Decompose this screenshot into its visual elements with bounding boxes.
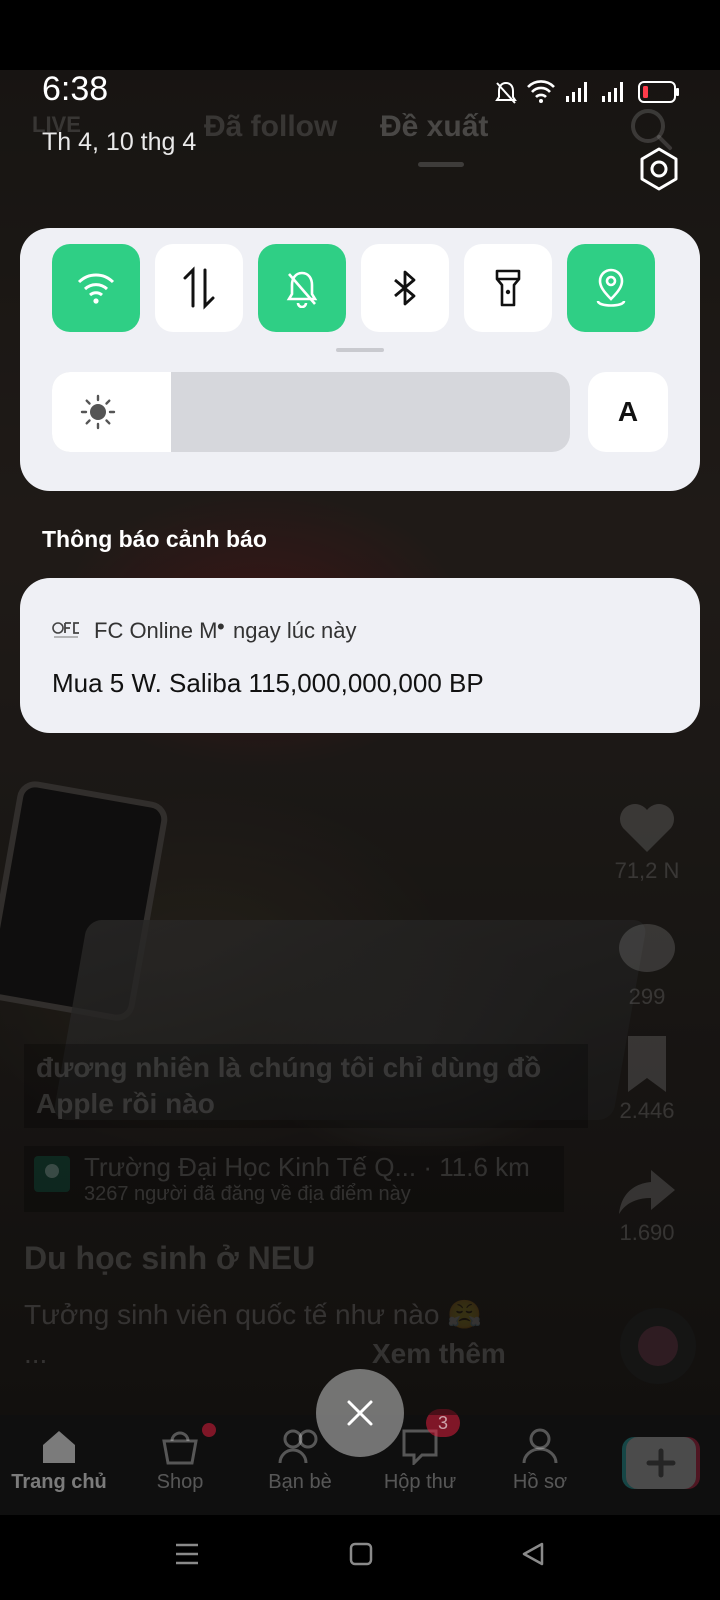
back-icon[interactable] [520,1541,546,1567]
mobile-data-tile[interactable] [155,244,243,332]
wifi-icon [527,80,555,103]
battery-low-icon [638,81,679,103]
notification-separator: • [217,614,225,639]
location-tile[interactable] [567,244,655,332]
create-post-button[interactable] [626,1437,696,1489]
location-icon [596,268,626,307]
nav-home-label: Trang chủ [11,1471,107,1493]
wifi-icon [77,273,115,304]
flashlight-tile[interactable] [464,244,552,332]
bell-muted-icon [495,81,517,104]
gear-icon[interactable] [636,146,682,192]
signal-icon [566,82,587,102]
plus-icon [646,1448,676,1478]
menu-icon[interactable] [174,1541,200,1567]
bluetooth-tile[interactable] [361,244,449,332]
notification-section-title: Thông báo cảnh báo [42,526,267,552]
signal-icon [602,82,623,102]
quick-settings-panel: A [20,228,700,491]
bluetooth-icon [394,270,416,306]
flashlight-icon [495,269,521,307]
status-date: Th 4, 10 thg 4 [42,128,197,156]
brightness-sun-icon [80,394,116,430]
friends-icon [278,1429,318,1464]
nav-friends-label: Bạn bè [268,1471,332,1493]
close-shade-button[interactable] [316,1369,404,1457]
auto-brightness-button[interactable]: A [588,372,668,452]
nav-profile-label: Hồ sơ [512,1471,568,1493]
shop-bag-icon [162,1431,198,1465]
close-icon [347,1400,373,1426]
profile-icon [522,1428,558,1464]
nav-inbox-label: Hộp thư [383,1471,457,1493]
panel-drag-handle[interactable] [336,348,384,352]
nav-shop-label: Shop [156,1471,204,1493]
system-nav-bar [0,1515,720,1600]
brightness-slider[interactable] [52,372,570,452]
wifi-tile[interactable] [52,244,140,332]
mobile-data-icon [183,266,215,310]
status-clock: 6:38 [42,70,109,108]
notification-card[interactable]: FC Online M • ngay lúc này Mua 5 W. Sali… [20,578,700,733]
notification-app-name: FC Online M [94,618,218,643]
notification-body: Mua 5 W. Saliba 115,000,000,000 BP [52,668,484,698]
silent-mode-tile[interactable] [258,244,346,332]
home-square-icon[interactable] [348,1541,374,1567]
nav-shop[interactable]: Shop [125,1427,235,1494]
notification-time: ngay lúc này [233,618,357,643]
fc-online-app-icon [52,622,79,638]
shop-dot-badge [202,1423,216,1437]
bell-muted-icon [286,271,318,308]
nav-profile[interactable]: Hồ sơ [485,1427,595,1494]
home-icon [43,1431,75,1463]
nav-home[interactable]: Trang chủ [4,1427,114,1494]
